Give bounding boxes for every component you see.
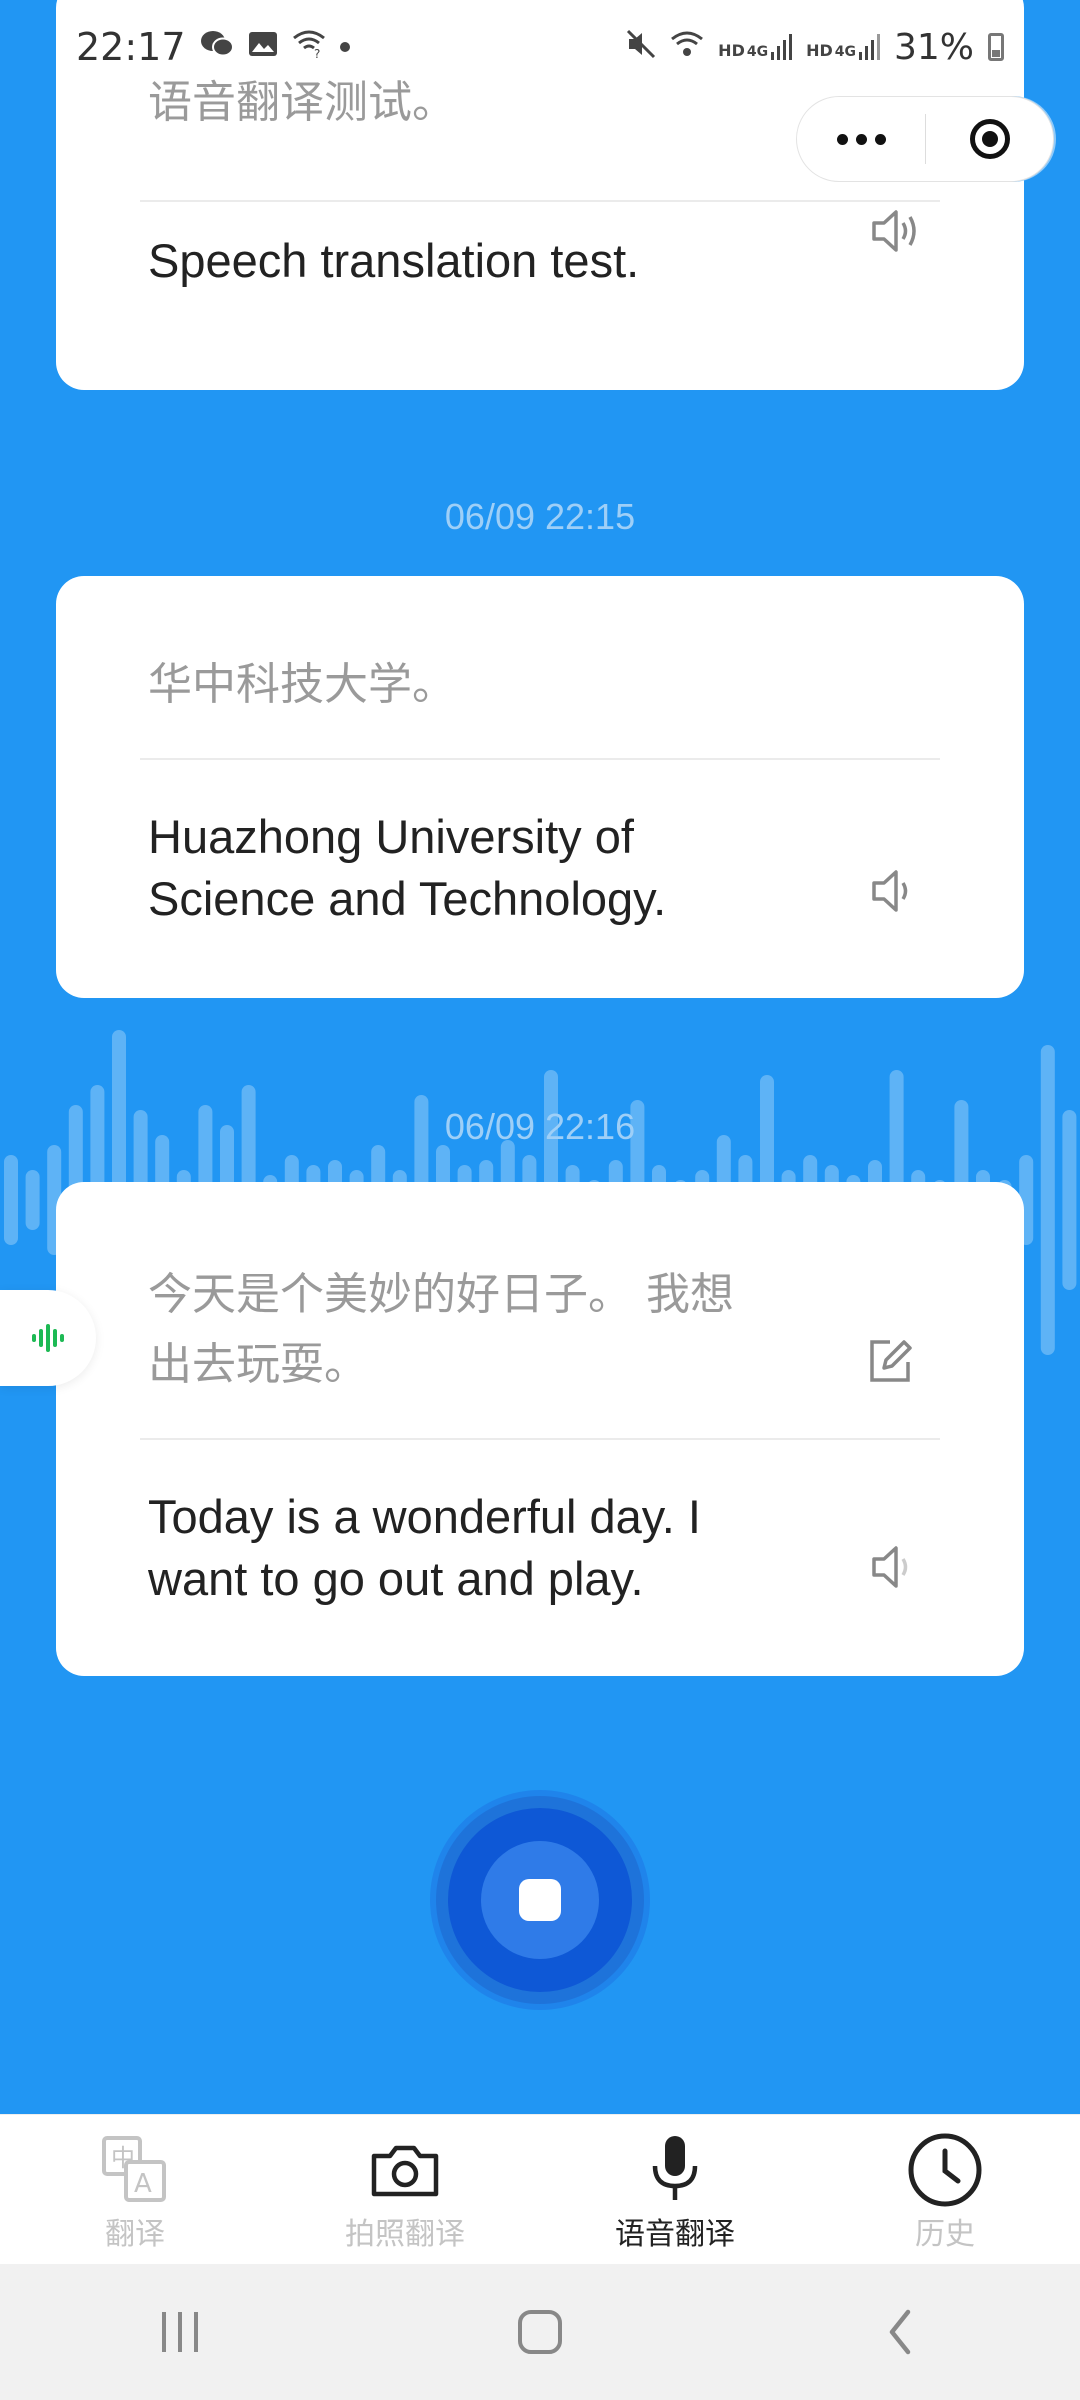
voice-bars-icon [32, 1324, 64, 1352]
app-root: 22:17 ? HD 4G HD 4G 31% 语音翻译测试。 Speech t… [0, 0, 1080, 2400]
translate-icon: 中 A [100, 2133, 170, 2207]
net-label-2: 4G [834, 44, 856, 60]
voice-float-button[interactable] [0, 1290, 96, 1386]
hd-4g-signal-icon: HD 4G [718, 34, 793, 60]
source-line: 出去玩耍。 [148, 1339, 368, 1390]
stop-icon [519, 1879, 561, 1921]
status-right: HD 4G HD 4G 31% [626, 27, 1004, 68]
tab-label: 拍照翻译 [345, 2217, 465, 2252]
speaker-icon[interactable] [868, 206, 924, 260]
translated-text: Speech translation test. [148, 234, 640, 287]
source-text: 华中科技大学。 [148, 659, 456, 710]
edit-icon[interactable] [862, 1334, 918, 1394]
wifi-icon [670, 30, 704, 65]
card-divider [140, 758, 940, 760]
home-button[interactable] [460, 2282, 620, 2382]
back-icon [889, 2309, 911, 2355]
timestamp: 06/09 22:16 [444, 1106, 636, 1147]
svg-text:A: A [134, 2169, 152, 2199]
wechat-icon [200, 30, 234, 65]
recent-apps-icon [162, 2312, 198, 2352]
tab-label: 语音翻译 [615, 2217, 735, 2252]
miniprogram-capsule [796, 96, 1054, 182]
translated-text: Today is a wonderful day. I want to go o… [148, 1486, 701, 1610]
image-icon [248, 31, 278, 64]
tab-voice-translate[interactable]: 语音翻译 [540, 2115, 810, 2265]
timestamp: 06/09 22:15 [444, 496, 636, 537]
speaker-icon[interactable] [868, 1542, 924, 1596]
stop-recording-button[interactable] [436, 1796, 644, 2004]
bottom-tab-bar: 中 A 翻译 拍照翻译 语音翻译 历史 [0, 2114, 1080, 2265]
source-text: 今天是个美妙的好日子。 我想 出去玩耍。 [148, 1260, 734, 1400]
hd-4g-signal-icon-2: HD 4G [806, 34, 880, 60]
source-line: 今天是个美妙的好日子。 我想 [148, 1269, 734, 1320]
recent-apps-button[interactable] [100, 2282, 260, 2382]
more-dots-icon[interactable] [797, 133, 925, 145]
microphone-icon [647, 2133, 703, 2207]
translated-line: want to go out and play. [148, 1552, 644, 1605]
home-icon [518, 2310, 562, 2354]
speaker-icon[interactable] [868, 866, 924, 920]
hd-label: HD [718, 41, 745, 60]
status-bar: 22:17 ? HD 4G HD 4G 31% [58, 18, 1022, 76]
history-card: 今天是个美妙的好日子。 我想 出去玩耍。 Today is a wonderfu… [56, 1182, 1024, 1676]
waveform-bar [25, 1170, 40, 1230]
camera-icon [370, 2133, 440, 2207]
dot-icon [339, 42, 350, 52]
hd-label-2: HD [806, 41, 833, 60]
status-time: 22:17 [76, 25, 186, 69]
card-divider [140, 1438, 940, 1440]
source-text: 语音翻译测试。 [148, 77, 456, 128]
record-ring [448, 1808, 632, 1992]
target-close-icon[interactable] [926, 119, 1053, 159]
card-divider [140, 200, 940, 202]
tab-label: 历史 [915, 2217, 975, 2252]
wifi-question-icon: ? [292, 30, 326, 65]
history-card: 华中科技大学。 Huazhong University of Science a… [56, 576, 1024, 998]
translated-line: Science and Technology. [148, 872, 667, 925]
translated-line: Huazhong University of [148, 810, 634, 863]
tab-label: 翻译 [105, 2217, 165, 2252]
translated-line: Today is a wonderful day. I [148, 1490, 701, 1543]
svg-text:?: ? [314, 47, 320, 58]
status-left: 22:17 ? [76, 25, 350, 69]
mute-icon [626, 29, 656, 66]
waveform-bar [4, 1155, 18, 1245]
translated-text: Huazhong University of Science and Techn… [148, 806, 666, 930]
tab-photo-translate[interactable]: 拍照翻译 [270, 2115, 540, 2265]
record-core [481, 1841, 599, 1959]
tab-translate[interactable]: 中 A 翻译 [0, 2115, 270, 2265]
waveform-bar [1040, 1045, 1055, 1355]
clock-icon [906, 2133, 984, 2207]
back-button[interactable] [820, 2282, 980, 2382]
tab-history[interactable]: 历史 [810, 2115, 1080, 2265]
net-label: 4G [746, 44, 769, 60]
battery-icon [988, 33, 1004, 61]
system-nav-bar [0, 2264, 1080, 2400]
battery-percent: 31% [893, 26, 974, 68]
